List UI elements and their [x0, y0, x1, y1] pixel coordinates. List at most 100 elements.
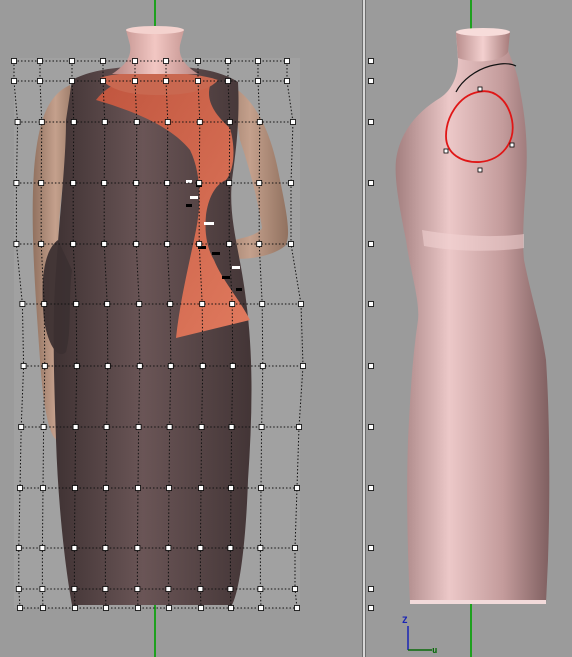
lattice-control-point[interactable] — [259, 363, 266, 369]
side-lattice-control-point[interactable] — [368, 586, 374, 592]
lattice-control-point[interactable] — [11, 78, 17, 84]
lattice-control-point[interactable] — [166, 424, 173, 430]
lattice-control-point[interactable] — [294, 605, 300, 611]
lattice-control-point[interactable] — [255, 58, 261, 64]
lattice-control-point[interactable] — [135, 485, 141, 491]
lattice-control-point[interactable] — [167, 363, 174, 369]
lattice-control-point[interactable] — [70, 241, 77, 247]
lattice-control-point[interactable] — [132, 58, 138, 64]
lattice-control-point[interactable] — [132, 78, 138, 84]
lattice-control-point[interactable] — [164, 119, 171, 125]
lattice-control-point[interactable] — [256, 241, 263, 247]
lattice-control-point[interactable] — [300, 363, 306, 369]
lattice-control-point[interactable] — [165, 586, 172, 592]
lattice-control-point[interactable] — [71, 586, 78, 592]
lattice-control-point[interactable] — [102, 545, 109, 551]
lattice-control-point[interactable] — [69, 58, 75, 64]
lattice-control-point[interactable] — [296, 424, 302, 430]
lattice-control-point[interactable] — [196, 119, 203, 125]
lattice-control-point[interactable] — [39, 586, 46, 592]
lattice-control-point[interactable] — [226, 119, 233, 125]
lattice-control-point[interactable] — [167, 301, 174, 307]
lattice-control-point[interactable] — [135, 424, 142, 430]
lattice-control-point[interactable] — [100, 78, 106, 84]
lattice-control-point[interactable] — [164, 241, 171, 247]
lattice-control-point[interactable] — [70, 180, 77, 186]
lattice-control-point[interactable] — [225, 58, 231, 64]
front-viewport[interactable] — [0, 0, 362, 657]
lattice-control-point[interactable] — [292, 586, 298, 592]
lattice-control-point[interactable] — [134, 586, 141, 592]
lattice-control-point[interactable] — [199, 301, 206, 307]
lattice-control-point[interactable] — [258, 605, 264, 611]
lattice-control-point[interactable] — [133, 119, 140, 125]
side-lattice-control-point[interactable] — [368, 241, 374, 247]
lattice-control-point[interactable] — [133, 241, 140, 247]
lattice-control-point[interactable] — [292, 545, 298, 551]
lattice-control-point[interactable] — [102, 586, 109, 592]
lattice-control-point[interactable] — [227, 545, 234, 551]
side-lattice-control-point[interactable] — [368, 605, 374, 611]
lattice-control-point[interactable] — [37, 78, 43, 84]
lattice-control-point[interactable] — [103, 605, 109, 611]
lattice-control-point[interactable] — [288, 241, 294, 247]
lattice-control-point[interactable] — [70, 119, 77, 125]
lattice-control-point[interactable] — [71, 545, 78, 551]
lattice-control-point[interactable] — [198, 424, 205, 430]
lattice-control-point[interactable] — [13, 241, 20, 247]
lattice-control-point[interactable] — [133, 180, 140, 186]
lattice-control-point[interactable] — [166, 485, 172, 491]
lattice-control-point[interactable] — [73, 301, 80, 307]
lattice-control-point[interactable] — [136, 363, 143, 369]
lattice-control-point[interactable] — [298, 301, 304, 307]
lattice-control-point[interactable] — [256, 119, 263, 125]
lattice-control-point[interactable] — [101, 180, 108, 186]
side-viewport[interactable] — [366, 0, 572, 657]
lattice-control-point[interactable] — [163, 58, 169, 64]
lattice-control-point[interactable] — [228, 424, 235, 430]
lattice-control-point[interactable] — [15, 545, 22, 551]
lattice-control-point[interactable] — [257, 545, 264, 551]
side-lattice-control-point[interactable] — [368, 119, 374, 125]
lattice-control-point[interactable] — [39, 545, 46, 551]
lattice-control-point[interactable] — [197, 586, 204, 592]
lattice-control-point[interactable] — [227, 586, 234, 592]
lattice-control-point[interactable] — [40, 485, 46, 491]
lattice-control-point[interactable] — [40, 605, 46, 611]
lattice-control-point[interactable] — [17, 485, 23, 491]
lattice-control-point[interactable] — [288, 180, 294, 186]
lattice-control-point[interactable] — [101, 241, 108, 247]
lattice-control-point[interactable] — [100, 58, 106, 64]
lattice-control-point[interactable] — [135, 605, 141, 611]
lattice-control-point[interactable] — [37, 58, 43, 64]
side-lattice-control-point[interactable] — [368, 78, 374, 84]
lattice-control-point[interactable] — [166, 605, 172, 611]
lattice-control-point[interactable] — [195, 58, 201, 64]
lattice-control-point[interactable] — [256, 180, 263, 186]
side-lattice-control-point[interactable] — [368, 180, 374, 186]
lattice-control-point[interactable] — [258, 424, 265, 430]
side-lattice-control-point[interactable] — [368, 363, 374, 369]
lattice-control-point[interactable] — [257, 586, 264, 592]
lattice-control-point[interactable] — [226, 241, 233, 247]
lattice-control-point[interactable] — [38, 180, 45, 186]
lattice-control-point[interactable] — [103, 424, 110, 430]
lattice-control-point[interactable] — [195, 78, 201, 84]
lattice-control-point[interactable] — [17, 605, 23, 611]
side-lattice-control-point[interactable] — [368, 545, 374, 551]
side-lattice-control-point[interactable] — [368, 58, 374, 64]
lattice-control-point[interactable] — [255, 78, 261, 84]
lattice-control-point[interactable] — [164, 180, 171, 186]
lattice-control-point[interactable] — [229, 363, 236, 369]
lattice-control-point[interactable] — [196, 180, 203, 186]
lattice-control-point[interactable] — [11, 58, 17, 64]
lattice-control-point[interactable] — [284, 58, 290, 64]
lattice-control-point[interactable] — [38, 241, 45, 247]
lattice-control-point[interactable] — [72, 485, 78, 491]
lattice-control-point[interactable] — [225, 78, 231, 84]
lattice-control-point[interactable] — [101, 119, 108, 125]
lattice-control-point[interactable] — [38, 119, 45, 125]
lattice-control-point[interactable] — [13, 180, 20, 186]
lattice-control-point[interactable] — [134, 545, 141, 551]
lattice-control-point[interactable] — [198, 605, 204, 611]
